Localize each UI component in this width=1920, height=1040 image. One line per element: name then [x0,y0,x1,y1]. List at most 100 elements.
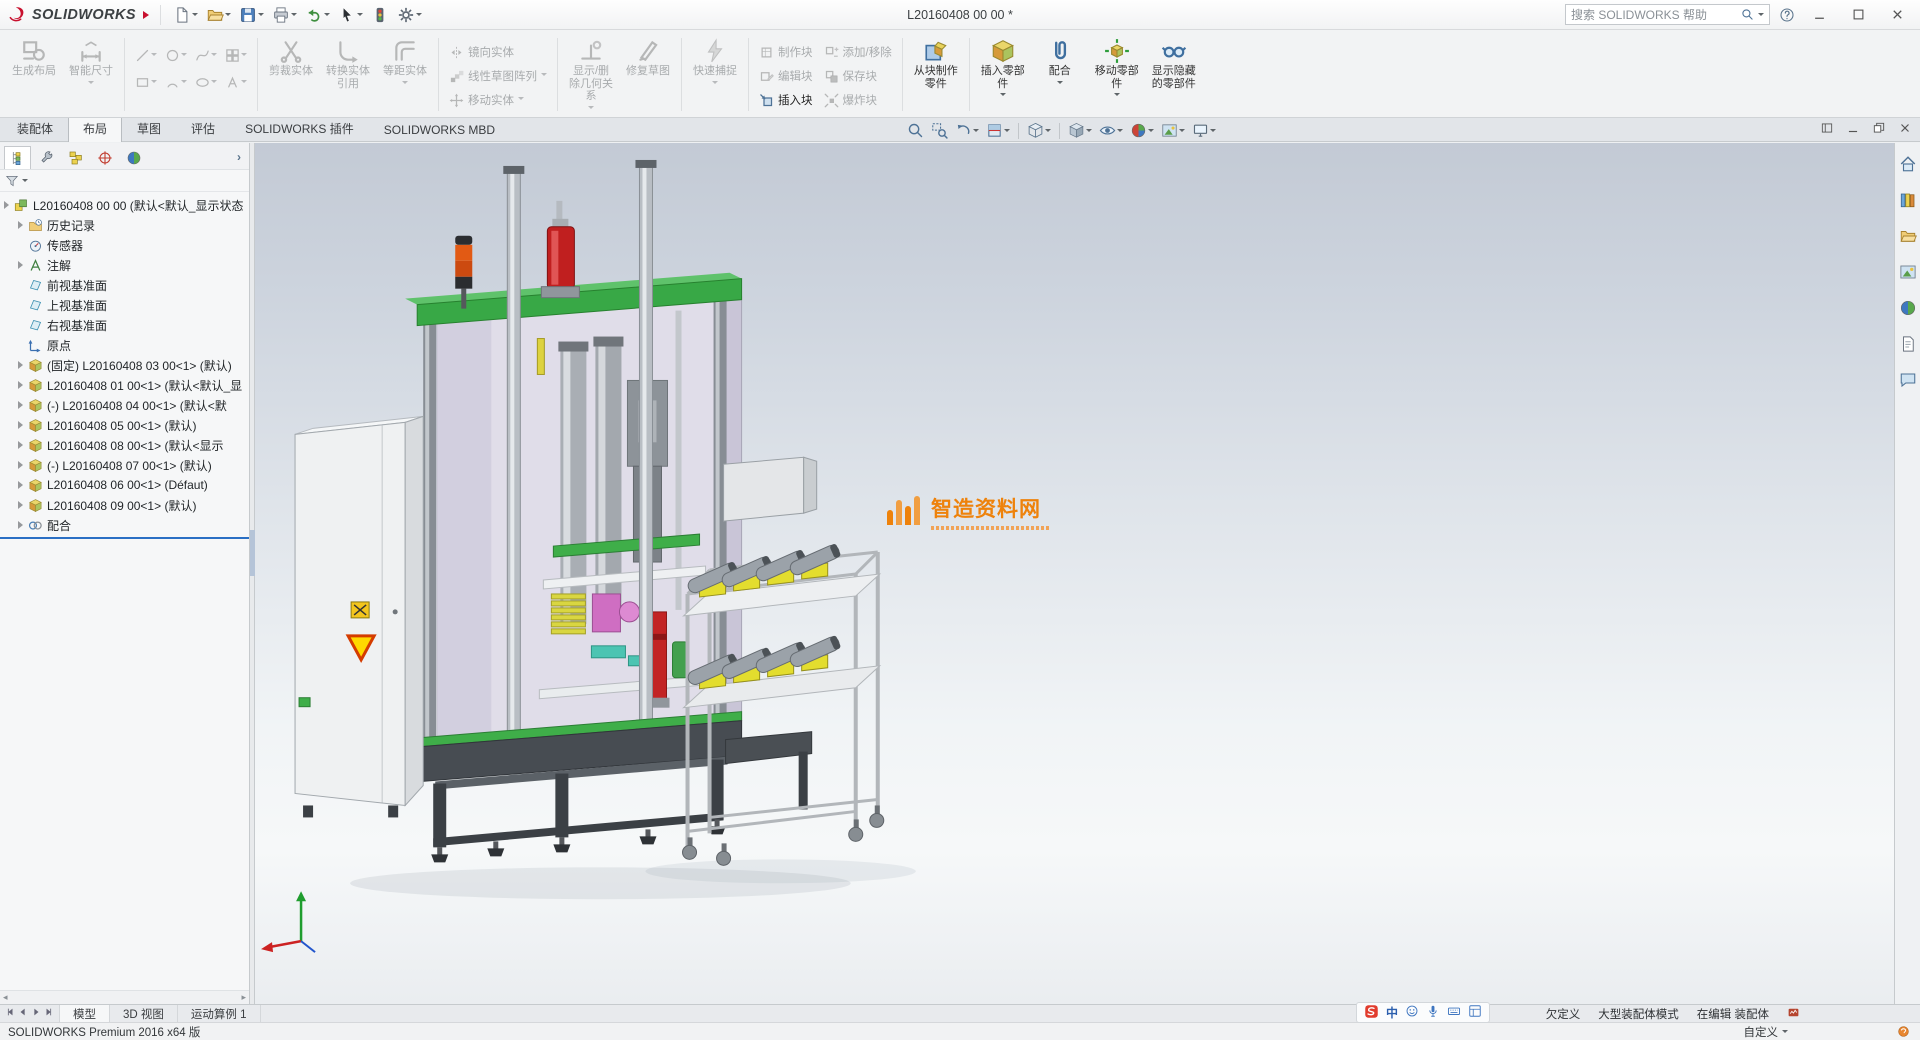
component-03[interactable]: (固定) L20160408 03 00<1> (默认) [0,355,249,375]
previous-view-button[interactable] [953,122,981,139]
save-button[interactable] [236,3,267,27]
doc-tab-模型[interactable]: 模型 [60,1005,110,1022]
appearances-scenes-button[interactable] [1897,297,1919,319]
dropdown-caret-icon[interactable] [241,80,247,86]
dropdown-caret-icon[interactable] [1004,129,1010,135]
file-explorer-button[interactable] [1897,225,1919,247]
tab-nav-last-button[interactable] [44,1007,54,1020]
machine-base[interactable] [421,712,741,863]
add-remove-button[interactable]: 添加/移除 [820,42,896,62]
help-icon[interactable] [1779,7,1795,23]
window-close-button[interactable] [1882,4,1912,26]
front-plane[interactable]: 前视基准面 [0,275,249,295]
sketch-text-button[interactable] [221,69,251,96]
expand-arrow-icon[interactable] [18,461,23,469]
smart-dimension-button[interactable]: 智能尺寸 [64,34,118,117]
rollback-bar[interactable] [0,537,249,539]
view-orientation-button[interactable] [1025,122,1053,139]
search-caret-icon[interactable] [1758,13,1764,19]
dropdown-caret-icon[interactable] [712,81,718,87]
dropdown-caret-icon[interactable] [1179,129,1185,135]
make-block-button[interactable]: 制作块 [755,42,817,62]
close-document-button[interactable] [1898,121,1912,138]
sketch-rectangle-button[interactable] [131,69,161,96]
dropdown-caret-icon[interactable] [192,13,198,19]
sogou-ime-icon[interactable] [1364,1004,1379,1022]
search-icon[interactable] [1741,8,1754,21]
filter-funnel-icon[interactable] [5,174,19,188]
apply-scene-button[interactable] [1159,122,1187,139]
expand-arrow-icon[interactable] [18,381,23,389]
conveyor-extension[interactable] [726,732,812,810]
save-block-button[interactable]: 保存块 [820,66,896,86]
displaymanager-tab[interactable] [120,146,147,169]
propertymanager-tab[interactable] [33,146,60,169]
dropdown-caret-icon[interactable] [588,106,594,112]
hide-show-items-button[interactable] [1097,122,1125,139]
expand-arrow-icon[interactable] [18,261,23,269]
dropdown-caret-icon[interactable] [1045,129,1051,135]
options-button[interactable] [394,3,425,27]
view-settings-button[interactable] [1190,122,1218,139]
scroll-right-icon[interactable]: ▸ [241,992,246,1003]
insert-components-button[interactable]: 插入零部件 [976,34,1030,117]
dropdown-caret-icon[interactable] [151,80,157,86]
scroll-left-icon[interactable]: ◂ [3,992,8,1003]
dropdown-caret-icon[interactable] [1000,93,1006,99]
right-plane[interactable]: 右视基准面 [0,315,249,335]
explode-block-button[interactable]: 爆炸块 [820,90,896,110]
move-component-button[interactable]: 移动零部件 [1090,34,1144,117]
tree-root[interactable]: L20160408 00 00 (默认<默认_显示状态 [0,195,249,215]
tab-草图[interactable]: 草图 [122,115,176,141]
dropdown-caret-icon[interactable] [357,13,363,19]
tab-nav-first-button[interactable] [5,1007,15,1020]
doc-tab-运动算例 1[interactable]: 运动算例 1 [178,1005,261,1022]
component-08[interactable]: L20160408 08 00<1> (默认<显示 [0,435,249,455]
dropdown-caret-icon[interactable] [402,81,408,87]
web-help-icon[interactable] [1897,1025,1910,1038]
customize-button[interactable]: 自定义 [1744,1024,1789,1040]
dropdown-caret-icon[interactable] [416,13,422,19]
tab-nav-prev-button[interactable] [18,1007,28,1020]
view-palette-button[interactable] [1897,261,1919,283]
brand-flyout-arrow-icon[interactable] [143,11,149,19]
resource-monitor-icon[interactable] [1787,1006,1800,1022]
origin[interactable]: 原点 [0,335,249,355]
edit-block-button[interactable]: 编辑块 [755,66,817,86]
expand-arrow-icon[interactable] [18,501,23,509]
create-layout-button[interactable]: 生成布局 [7,34,61,117]
undo-button[interactable] [302,3,333,27]
dropdown-caret-icon[interactable] [541,73,547,79]
expand-arrow-icon[interactable] [18,441,23,449]
expand-arrow-icon[interactable] [18,521,23,529]
tab-布局[interactable]: 布局 [68,115,122,142]
sensors-folder[interactable]: 传感器 [0,235,249,255]
dropdown-caret-icon[interactable] [1057,81,1063,87]
dropdown-caret-icon[interactable] [211,53,217,59]
mirror-entities-button[interactable]: 镜向实体 [445,42,551,62]
component-04[interactable]: (-) L20160408 04 00<1> (默认<默 [0,395,249,415]
tab-nav-next-button[interactable] [31,1007,41,1020]
3d-model-canvas[interactable] [255,143,1894,1004]
ime-language-toggle[interactable]: 中 [1386,1004,1398,1021]
tree-horizontal-scrollbar[interactable]: ◂ ▸ [0,990,249,1004]
dock-pane-button[interactable] [1820,121,1834,138]
dropdown-caret-icon[interactable] [1210,129,1216,135]
dropdown-caret-icon[interactable] [181,53,187,59]
sketch-ellipse-button[interactable] [191,69,221,96]
display-style-button[interactable] [1066,122,1094,139]
side-junction-box[interactable] [724,457,817,521]
dropdown-caret-icon[interactable] [291,13,297,19]
tab-SOLIDWORKS MBD[interactable]: SOLIDWORKS MBD [369,118,510,141]
ime-emoji-button[interactable] [1405,1004,1419,1021]
repair-sketch-button[interactable]: 修复草图 [621,34,675,117]
dropdown-caret-icon[interactable] [1114,93,1120,99]
top-plane[interactable]: 上视基准面 [0,295,249,315]
configurationmanager-tab[interactable] [62,146,89,169]
dropdown-caret-icon[interactable] [973,129,979,135]
history-folder[interactable]: 历史记录 [0,215,249,235]
print-button[interactable] [269,3,300,27]
solidworks-forum-button[interactable] [1897,369,1919,391]
mates-folder[interactable]: 配合 [0,515,249,535]
offset-entities-button[interactable]: 等距实体 [378,34,432,117]
